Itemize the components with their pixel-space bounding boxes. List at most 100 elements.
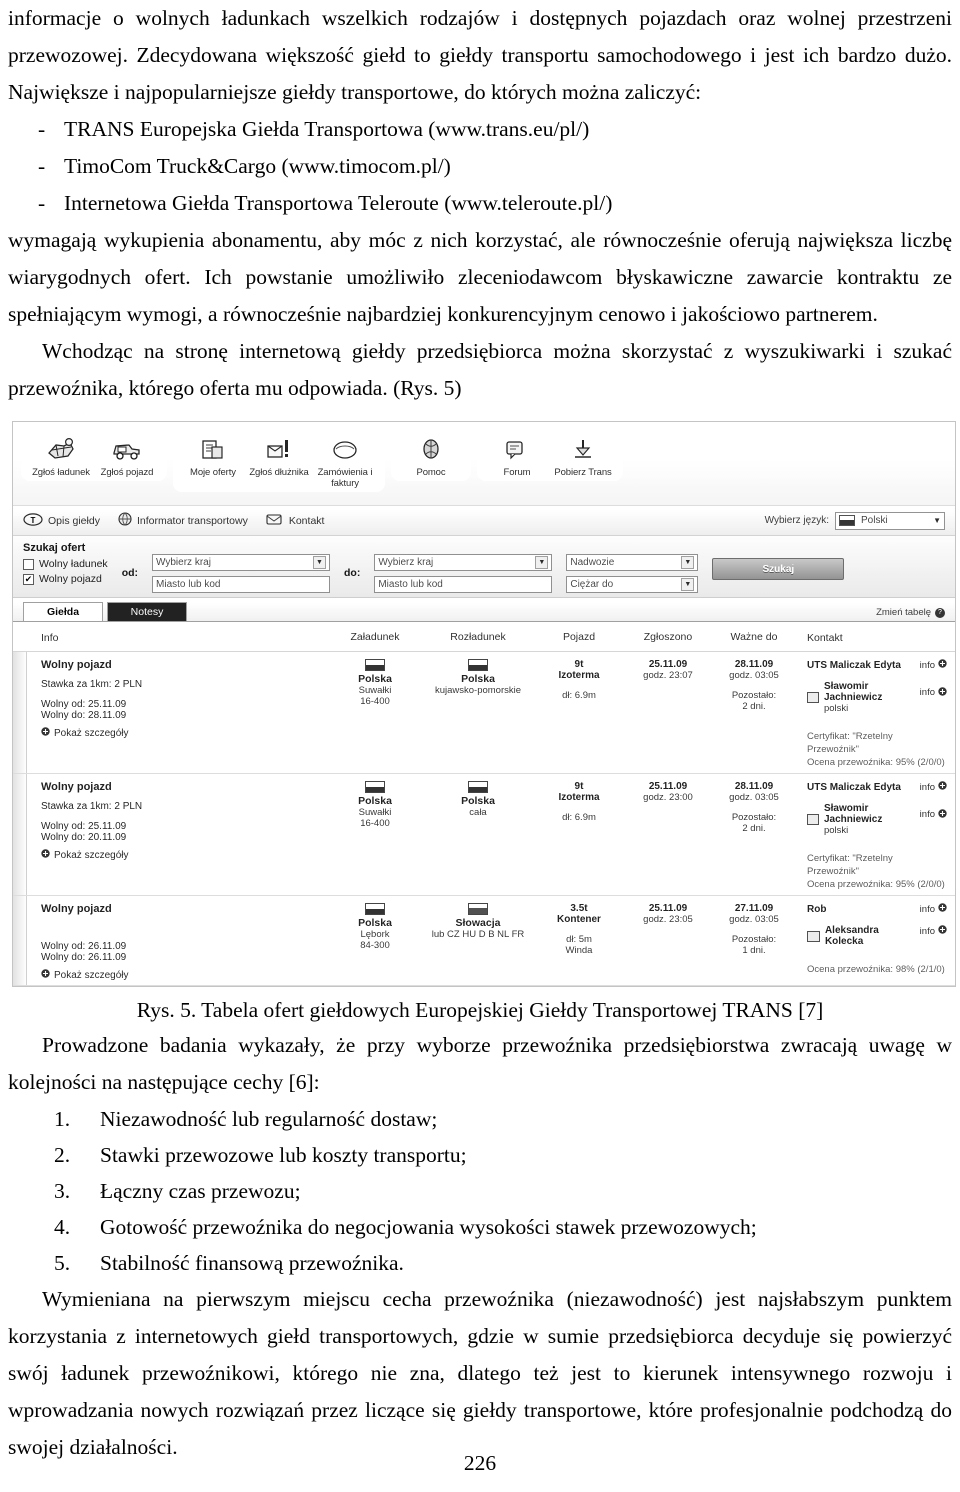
to-city-value: Miasto lub kod bbox=[378, 579, 443, 590]
subnav-label: Informator transportowy bbox=[136, 514, 248, 527]
row-valid-cell: 28.11.09 godz. 03:05 Pozostało: 2 dni. bbox=[711, 774, 797, 895]
vehicle-type: Kontener bbox=[557, 914, 601, 925]
info-circle-icon bbox=[938, 781, 947, 793]
row-contact-cell: UTS Maliczak Edyta info Sławomir Jachnie… bbox=[797, 774, 955, 895]
toolbar-button-forum[interactable]: Forum bbox=[484, 433, 550, 478]
offer-free-from: Wolny od: 26.11.09 bbox=[41, 941, 127, 952]
toolbar-group-community: Forum Pobierz Trans bbox=[477, 428, 623, 481]
info-link-company[interactable]: info bbox=[920, 659, 947, 671]
valid-left-value: 1 dni. bbox=[742, 945, 766, 956]
toolbar-button-report-debtor[interactable]: Zgłoś dłużnika bbox=[246, 433, 312, 478]
toolbar-button-report-cargo[interactable]: Zgłoś ładunek bbox=[28, 433, 94, 478]
vehicle-length: dł: 6.9m bbox=[562, 690, 596, 701]
vehicle-weight: 9t bbox=[574, 659, 584, 670]
vehicle-weight: 9t bbox=[574, 781, 584, 792]
show-details-link[interactable]: Pokaż szczegóły bbox=[41, 727, 319, 739]
company-line: UTS Maliczak Edyta info bbox=[807, 781, 947, 793]
checkbox-box[interactable]: ✔ bbox=[23, 574, 34, 585]
header-unloading[interactable]: Rozładunek bbox=[423, 624, 533, 650]
to-country-select[interactable]: Wybierz kraj ▼ bbox=[374, 554, 553, 571]
header-reported[interactable]: Zgłoszono bbox=[625, 624, 711, 650]
to-city-input[interactable]: Miasto lub kod bbox=[374, 576, 553, 593]
polish-flag-icon bbox=[365, 659, 385, 671]
certificate-block: Certyfikat: "Rzetelny Przewoźnik" Ocena … bbox=[807, 852, 947, 891]
table-row[interactable]: Wolny pojazd Stawka za 1km: 2 PLN Wolny … bbox=[13, 774, 955, 896]
header-vehicle[interactable]: Pojazd bbox=[533, 624, 625, 650]
row-info-cell: Wolny pojazd Wolny od: 26.11.09 Wolny do… bbox=[27, 896, 327, 985]
list-number: 3. bbox=[54, 1179, 71, 1203]
truck-icon bbox=[96, 435, 158, 465]
valid-time: godz. 03:05 bbox=[729, 914, 779, 925]
offer-type: Wolny pojazd bbox=[41, 903, 112, 915]
slovak-flag-icon bbox=[468, 903, 488, 915]
vehicle-length: dł: 5m bbox=[566, 934, 592, 945]
checkbox-free-vehicle[interactable]: ✔ Wolny pojazd bbox=[23, 572, 108, 587]
info-link-company[interactable]: info bbox=[920, 781, 947, 793]
tab-notesy[interactable]: Notesy bbox=[107, 602, 187, 621]
header-loading[interactable]: Załadunek bbox=[327, 624, 423, 650]
toolbar-button-report-vehicle[interactable]: Zgłoś pojazd bbox=[94, 433, 160, 478]
info-label: info bbox=[919, 925, 935, 937]
toolbar-button-download-trans[interactable]: Pobierz Trans bbox=[550, 433, 616, 478]
header-valid-to[interactable]: Ważne do bbox=[711, 624, 797, 650]
from-city-value: Miasto lub kod bbox=[156, 579, 221, 590]
show-details-link[interactable]: Pokaż szczegóły bbox=[41, 969, 319, 981]
weight-select[interactable]: Ciężar do ▼ bbox=[566, 576, 699, 593]
subnav-item-contact[interactable]: Kontakt bbox=[266, 513, 324, 529]
header-contact[interactable]: Kontakt bbox=[797, 625, 955, 648]
unloading-country: Słowacja bbox=[455, 917, 501, 929]
subnav-item-about[interactable]: T Opis giełdy bbox=[23, 512, 100, 529]
change-table-link[interactable]: Zmień tabelę ? bbox=[876, 607, 945, 621]
row-contact-cell: UTS Maliczak Edyta info Sławomir Jachnie… bbox=[797, 652, 955, 773]
weight-value: Ciężar do bbox=[570, 579, 614, 590]
toolbar-button-orders-invoices[interactable]: Zamówienia i faktury bbox=[312, 433, 378, 489]
table-row[interactable]: Wolny pojazd Wolny od: 26.11.09 Wolny do… bbox=[13, 896, 955, 986]
info-link-company[interactable]: info bbox=[920, 903, 947, 915]
valid-time: godz. 03:05 bbox=[729, 792, 779, 803]
from-city-input[interactable]: Miasto lub kod bbox=[152, 576, 331, 593]
subnav-item-transport-guide[interactable]: Informator transportowy bbox=[118, 512, 248, 529]
subnav-label: Opis giełdy bbox=[48, 514, 100, 527]
toolbar-button-label: Zamówienia i faktury bbox=[317, 467, 373, 489]
info-label: info bbox=[919, 659, 935, 671]
info-link-person[interactable]: info bbox=[920, 686, 947, 699]
row-unloading-cell: Polska cała bbox=[423, 774, 533, 895]
info-link-person[interactable]: info bbox=[920, 925, 947, 937]
body-type-select[interactable]: Nadwozie ▼ bbox=[566, 554, 699, 571]
person-language: polski bbox=[823, 703, 849, 714]
info-circle-icon bbox=[938, 925, 947, 937]
search-panel: Szukaj ofert Wolny ładunek ✔ Wolny pojaz… bbox=[13, 536, 955, 598]
person-name-wrap: Sławomir Jachniewicz polski bbox=[824, 803, 920, 836]
polish-flag-icon bbox=[468, 659, 488, 671]
checkbox-box[interactable] bbox=[23, 559, 34, 570]
person-block: Aleksandra Kolecka bbox=[807, 925, 920, 947]
rating-text: Ocena przewoźnika: 95% (2/0/0) bbox=[807, 757, 945, 768]
paragraph-2: wymagają wykupienia abonamentu, aby móc … bbox=[8, 228, 952, 326]
info-link-person[interactable]: info bbox=[919, 808, 947, 821]
table-row[interactable]: Wolny pojazd Stawka za 1km: 2 PLN Wolny … bbox=[13, 652, 955, 774]
loading-city: Suwałki bbox=[358, 807, 392, 818]
toolbar-button-my-offers[interactable]: Moje oferty bbox=[180, 433, 246, 478]
chevron-down-icon: ▼ bbox=[933, 516, 941, 525]
show-details-link[interactable]: Pokaż szczegóły bbox=[41, 849, 319, 861]
toolbar-button-help[interactable]: Pomoc bbox=[398, 433, 464, 478]
language-dropdown[interactable]: Polski ▼ bbox=[835, 511, 945, 530]
contact-icon bbox=[266, 513, 284, 529]
search-button[interactable]: Szukaj bbox=[712, 558, 845, 580]
language-selector[interactable]: Wybierz język: Polski ▼ bbox=[765, 511, 945, 530]
list-item: 1. Niezawodność lub regularność dostaw; bbox=[8, 1101, 952, 1137]
document-page: informacje o wolnych ładunkach wszelkich… bbox=[0, 0, 960, 1466]
row-unloading-cell: Słowacja lub CZ HU D B NL FR bbox=[423, 896, 533, 985]
offer-free-to: Wolny do: 26.11.09 bbox=[41, 952, 127, 963]
person-name-wrap: Aleksandra Kolecka bbox=[825, 925, 920, 947]
checkbox-free-cargo[interactable]: Wolny ładunek bbox=[23, 557, 108, 572]
tab-gielda[interactable]: Giełda bbox=[23, 602, 103, 621]
company-name: Rob bbox=[807, 903, 827, 915]
loading-country: Polska bbox=[358, 795, 392, 807]
info-label: info bbox=[919, 809, 935, 820]
from-country-select[interactable]: Wybierz kraj ▼ bbox=[152, 554, 331, 571]
company-name: UTS Maliczak Edyta bbox=[807, 659, 901, 671]
